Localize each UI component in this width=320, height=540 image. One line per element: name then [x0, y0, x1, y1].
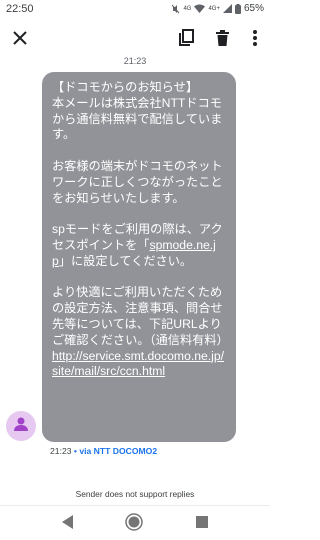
wifi-icon — [194, 4, 206, 13]
message-meta: 21:23 • via NTT DOCOMO2 — [50, 446, 157, 456]
recents-square-icon — [196, 515, 208, 533]
status-time: 22:50 — [6, 3, 34, 15]
message-line-1: 【ドコモからのお知らせ】 — [52, 80, 199, 94]
paragraph-3-text-b: 」に設定してください。 — [58, 253, 193, 268]
delete-button[interactable] — [210, 28, 234, 52]
battery-icon — [234, 3, 241, 14]
message-line-2: 本メールは株式会社NTTドコモから通信料無料で配信しています。 — [52, 95, 223, 142]
network-4g-icon: 4G — [183, 5, 192, 12]
copy-button[interactable] — [174, 28, 198, 52]
message-paragraph-3: spモードをご利用の際は、アクセスポイントを「spmode.ne.jp」に設定し… — [52, 222, 228, 269]
home-button[interactable] — [124, 512, 144, 536]
date-stamp: 21:23 — [123, 56, 147, 66]
sender-avatar[interactable] — [6, 411, 36, 441]
back-button[interactable] — [58, 514, 78, 534]
status-bar: 22:50 4G 4G+ 65% — [0, 0, 270, 20]
app-toolbar — [0, 20, 270, 60]
message-via: via NTT DOCOMO2 — [79, 446, 158, 456]
message-paragraph-2: お客様の端末がドコモのネットワークに正しくつながったことをお知らせいたします。 — [52, 158, 223, 205]
status-icons: 4G 4G+ 65% — [172, 3, 264, 14]
mute-icon — [172, 4, 180, 14]
trash-icon — [215, 29, 229, 51]
home-circle-icon — [125, 512, 143, 536]
navigation-bar — [0, 505, 270, 540]
signal-icon — [222, 4, 232, 13]
more-vert-icon — [253, 29, 257, 51]
message-bubble[interactable]: 【ドコモからのお知らせ】 本メールは株式会社NTTドコモから通信料無料で配信して… — [42, 72, 236, 442]
battery-level: 65% — [243, 3, 264, 14]
more-options-button[interactable] — [243, 28, 267, 52]
person-icon — [13, 416, 29, 437]
close-button[interactable] — [8, 28, 32, 52]
message-paragraph-4: より快適にご利用いただくための設定方法、注意事項、問合せ先等については、下記UR… — [52, 285, 229, 347]
back-triangle-icon — [62, 514, 74, 534]
close-icon — [13, 30, 27, 50]
network-4g-plus-icon: 4G+ — [208, 5, 220, 12]
copy-icon — [178, 28, 194, 52]
message-time: 21:23 — [50, 446, 72, 456]
message-url-link[interactable]: http://service.smt.docomo.ne.jp/site/mai… — [52, 349, 228, 381]
no-reply-notice: Sender does not support replies — [75, 489, 195, 499]
recents-button[interactable] — [192, 514, 212, 534]
